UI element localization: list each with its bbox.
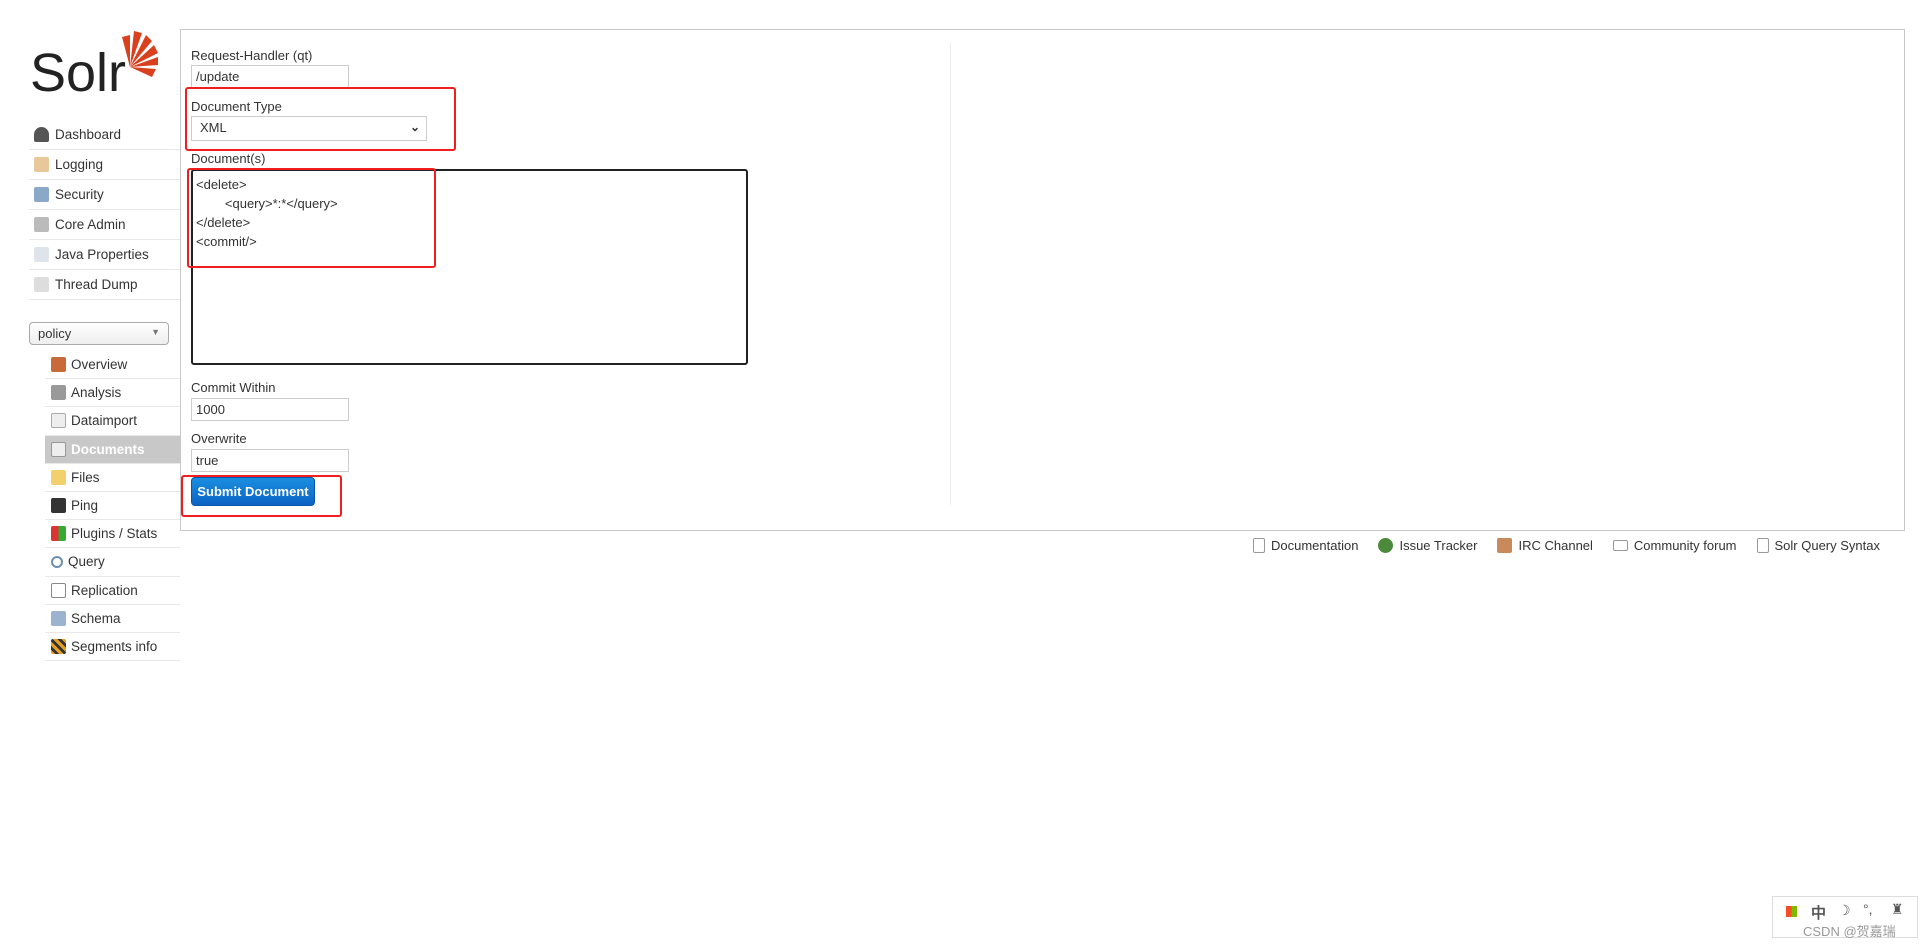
- core-menu-dataimport[interactable]: Dataimport: [45, 407, 180, 436]
- dropdown-arrow-icon: ▼: [151, 327, 160, 337]
- scroll-icon: [1756, 537, 1769, 553]
- main-nav: Dashboard Logging Security Core Admin Ja…: [29, 120, 180, 300]
- highlight-box: [185, 87, 456, 151]
- import-icon: [51, 413, 66, 429]
- footer-documentation-link[interactable]: Documentation: [1253, 537, 1358, 553]
- request-handler-label: Request-Handler (qt): [191, 48, 313, 63]
- core-menu-documents[interactable]: Documents: [45, 435, 180, 464]
- core-menu-replication[interactable]: Replication: [45, 577, 180, 605]
- request-handler-input[interactable]: /update: [191, 65, 349, 88]
- logging-icon: [34, 157, 49, 172]
- overwrite-input[interactable]: true: [191, 449, 349, 472]
- sidebar-item-security[interactable]: Security: [29, 180, 180, 210]
- ime-toolbar[interactable]: 中 ☽ °, ♜ CSDN @贺嘉瑞: [1772, 896, 1918, 939]
- folder-icon: [51, 469, 66, 485]
- thread-dump-icon: [34, 277, 49, 292]
- punctuation-icon: °,: [1863, 901, 1873, 917]
- sidebar-item-java-properties[interactable]: Java Properties: [29, 240, 180, 270]
- moon-icon: ☽: [1838, 902, 1851, 918]
- core-selector[interactable]: policy ▼: [29, 322, 169, 345]
- core-menu-ping[interactable]: Ping: [45, 492, 180, 521]
- document-icon: [1253, 537, 1265, 553]
- footer-query-syntax-link[interactable]: Solr Query Syntax: [1756, 537, 1880, 553]
- core-menu-segments[interactable]: Segments info: [45, 633, 180, 662]
- commit-within-input[interactable]: 1000: [191, 398, 349, 421]
- sidebar-item-logging[interactable]: Logging: [29, 150, 180, 180]
- footer-irc-link[interactable]: IRC Channel: [1497, 537, 1593, 553]
- funnel-icon: [51, 385, 66, 401]
- magnifier-icon: [51, 555, 63, 568]
- overwrite-label: Overwrite: [191, 431, 247, 446]
- documents-icon: [51, 441, 66, 457]
- security-icon: [34, 187, 49, 202]
- bug-icon: [1378, 537, 1394, 553]
- java-icon: [34, 247, 49, 262]
- book-icon: [51, 610, 66, 626]
- svg-text:Solr: Solr: [30, 43, 126, 99]
- sidebar-item-dashboard[interactable]: Dashboard: [29, 120, 180, 150]
- sidebar-item-thread-dump[interactable]: Thread Dump: [29, 270, 180, 300]
- home-icon: [51, 357, 66, 373]
- skin-icon: ♜: [1891, 901, 1904, 917]
- commit-within-label: Commit Within: [191, 380, 276, 395]
- core-menu-query[interactable]: Query: [45, 548, 180, 577]
- core-menu: Overview Analysis Dataimport Documents F…: [45, 351, 180, 662]
- core-menu-schema[interactable]: Schema: [45, 605, 180, 633]
- footer-community-link[interactable]: Community forum: [1612, 538, 1737, 553]
- core-menu-files[interactable]: Files: [45, 464, 180, 492]
- highlight-box: [181, 475, 342, 517]
- sidebar-item-core-admin[interactable]: Core Admin: [29, 210, 180, 240]
- dashboard-icon: [34, 127, 49, 142]
- documents-label: Document(s): [191, 151, 266, 166]
- plugins-icon: [51, 526, 66, 542]
- core-menu-plugins[interactable]: Plugins / Stats: [45, 520, 180, 549]
- windows-icon: [1786, 906, 1797, 917]
- envelope-icon: [1612, 539, 1628, 551]
- footer-links: Documentation Issue Tracker IRC Channel …: [1253, 536, 1880, 554]
- people-icon: [1497, 537, 1513, 553]
- divider: [950, 43, 951, 505]
- ping-icon: [51, 498, 66, 514]
- footer-issue-tracker-link[interactable]: Issue Tracker: [1378, 537, 1477, 553]
- highlight-box: [187, 168, 436, 268]
- core-menu-analysis[interactable]: Analysis: [45, 379, 180, 408]
- solr-logo[interactable]: Solr: [30, 27, 160, 103]
- replication-icon: [51, 582, 66, 598]
- core-menu-overview[interactable]: Overview: [45, 351, 180, 380]
- core-admin-icon: [34, 217, 49, 232]
- segments-icon: [51, 638, 66, 654]
